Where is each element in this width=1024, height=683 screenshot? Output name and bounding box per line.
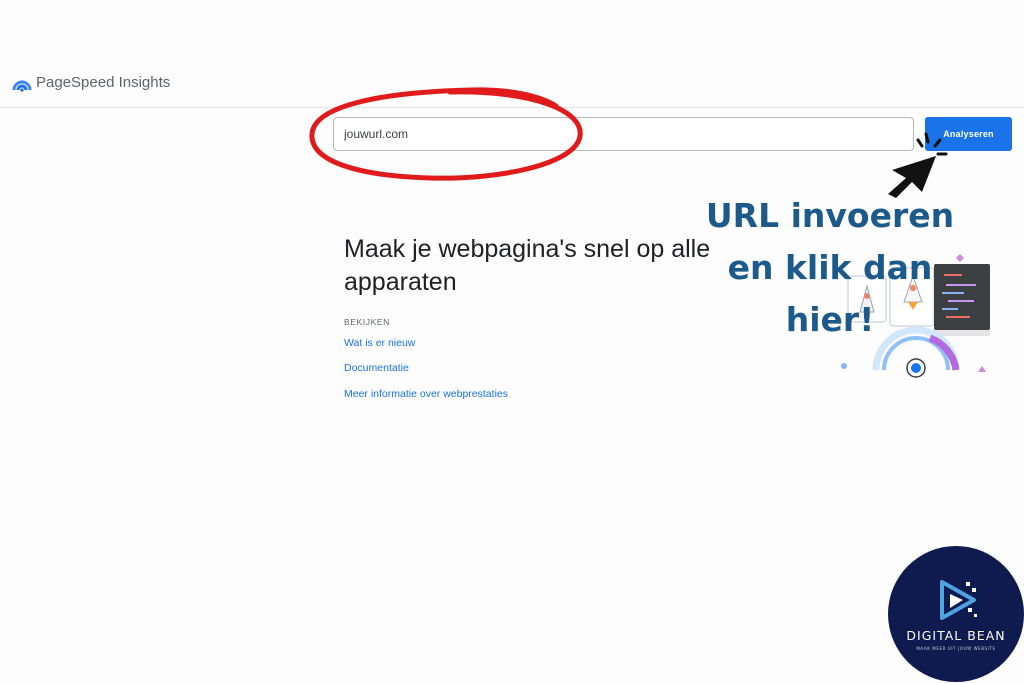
logo-tagline: MAAK MEER UIT JOUW WEBSITE bbox=[916, 646, 996, 651]
section-label-bekijken: BEKIJKEN bbox=[344, 317, 390, 327]
logo-mark-icon bbox=[940, 580, 977, 620]
instruction-callout: URL invoeren en klik dan hier! bbox=[690, 190, 970, 346]
callout-line-3: hier! bbox=[785, 300, 875, 339]
callout-line-2: en klik dan bbox=[727, 248, 933, 287]
url-input[interactable] bbox=[333, 117, 914, 151]
link-whats-new[interactable]: Wat is er nieuw bbox=[344, 337, 415, 349]
page-headline: Maak je webpagina's snel op alle apparat… bbox=[344, 235, 711, 296]
pagespeed-gauge-icon bbox=[12, 80, 32, 92]
link-web-performance[interactable]: Meer informatie over webprestaties bbox=[344, 388, 508, 400]
link-documentation[interactable]: Documentatie bbox=[344, 362, 409, 374]
logo-wordmark: DIGITAL BEAN bbox=[906, 628, 1006, 643]
app-title[interactable]: PageSpeed Insights bbox=[36, 74, 170, 91]
click-cursor-icon bbox=[888, 132, 948, 198]
